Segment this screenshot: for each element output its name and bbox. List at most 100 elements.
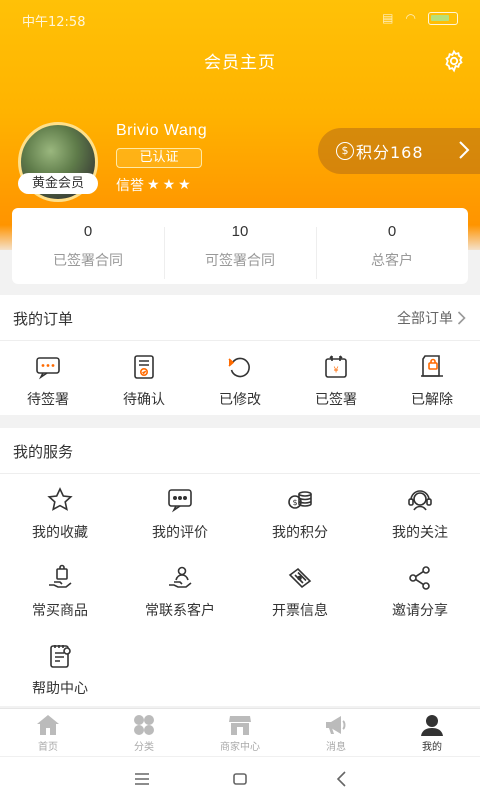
tab-label: 消息 bbox=[326, 742, 346, 753]
status-icons: ▤ ◠ bbox=[382, 11, 458, 25]
orders-title: 我的订单 bbox=[13, 310, 74, 328]
service-frequent-contacts[interactable]: 常联系客户 bbox=[120, 552, 240, 630]
chevron-right-icon bbox=[459, 141, 470, 159]
service-invite-share[interactable]: 邀请分享 bbox=[360, 552, 480, 630]
stat-value: 0 bbox=[83, 222, 93, 240]
verified-badge: 已认证 bbox=[116, 148, 202, 168]
points-label: 积分168 bbox=[356, 143, 424, 162]
tab-messages[interactable]: 消息 bbox=[288, 709, 384, 756]
service-invoice-info[interactable]: 开票信息 bbox=[240, 552, 360, 630]
service-label: 我的积分 bbox=[272, 525, 328, 541]
shopping-hand-icon bbox=[49, 564, 72, 588]
contact-hand-icon bbox=[169, 566, 192, 588]
order-pending-confirm[interactable]: 待确认 bbox=[96, 341, 192, 413]
stat-value: 10 bbox=[231, 222, 249, 240]
chat-dots-icon bbox=[36, 357, 60, 380]
stat-label: 已签署合同 bbox=[53, 252, 123, 269]
home-icon bbox=[37, 715, 59, 735]
svg-text:¥: ¥ bbox=[333, 366, 338, 375]
order-label: 待签署 bbox=[27, 392, 69, 408]
chevron-right-icon bbox=[457, 311, 466, 325]
tab-label: 我的 bbox=[422, 742, 442, 753]
credit-rating: 信誉 ★ ★ ★ bbox=[116, 175, 191, 195]
service-points[interactable]: $ 我的积分 bbox=[240, 474, 360, 552]
settings-gear-icon[interactable] bbox=[442, 49, 466, 73]
service-label: 常联系客户 bbox=[145, 603, 215, 619]
stat-label: 总客户 bbox=[371, 252, 413, 269]
system-navigation-bar bbox=[0, 756, 480, 800]
service-label: 常买商品 bbox=[32, 603, 88, 619]
megaphone-icon bbox=[326, 716, 346, 734]
signal-icon: ▤ bbox=[382, 11, 394, 25]
points-button[interactable]: $ 积分168 bbox=[318, 128, 480, 174]
order-pending-sign[interactable]: 待签署 bbox=[0, 341, 96, 413]
order-label: 待确认 bbox=[123, 392, 165, 408]
order-label: 已签署 bbox=[315, 392, 357, 408]
menu-icon[interactable] bbox=[132, 769, 152, 789]
services-header: 我的服务 bbox=[0, 428, 480, 474]
comment-icon bbox=[168, 489, 192, 513]
undo-icon bbox=[228, 357, 250, 378]
all-orders-label: 全部订单 bbox=[397, 311, 453, 327]
help-doc-icon bbox=[50, 645, 71, 668]
stat-total-customers[interactable]: 0 总客户 bbox=[316, 222, 468, 279]
coins-icon: $ bbox=[288, 491, 312, 509]
signed-doc-icon: ¥ bbox=[325, 355, 347, 378]
headset-icon bbox=[408, 490, 432, 511]
tab-category[interactable]: 分类 bbox=[96, 709, 192, 756]
service-follows[interactable]: 我的关注 bbox=[360, 474, 480, 552]
svg-text:$: $ bbox=[292, 498, 297, 507]
order-terminated[interactable]: 已解除 bbox=[384, 341, 480, 413]
share-icon bbox=[409, 566, 430, 590]
tab-merchant-center[interactable]: 商家中心 bbox=[192, 709, 288, 756]
confirm-doc-icon bbox=[134, 355, 154, 379]
tab-label: 分类 bbox=[134, 742, 154, 753]
order-signed[interactable]: ¥ 已签署 bbox=[288, 341, 384, 413]
service-help-center[interactable]: 帮助中心 bbox=[0, 630, 120, 708]
service-label: 帮助中心 bbox=[32, 681, 88, 697]
back-icon[interactable] bbox=[332, 769, 352, 789]
star-icon: ★ bbox=[147, 177, 160, 193]
battery-icon bbox=[428, 11, 458, 25]
invoice-icon bbox=[288, 567, 312, 589]
star-icon: ★ bbox=[162, 177, 176, 193]
stat-signed-contracts[interactable]: 0 已签署合同 bbox=[12, 223, 164, 270]
my-orders-section: 我的订单 全部订单 待签署 待确认 已修改 ¥ 已签署 已解除 bbox=[0, 295, 480, 415]
tab-label: 商家中心 bbox=[220, 742, 260, 753]
my-services-section: 我的服务 我的收藏 我的评价 $ 我的积分 我的关注 常买商品 常联系客户 开票… bbox=[0, 428, 480, 706]
store-icon bbox=[229, 716, 251, 735]
category-icon bbox=[134, 715, 154, 735]
orders-header: 我的订单 全部订单 bbox=[0, 295, 480, 341]
star-icon: ★ bbox=[178, 177, 191, 193]
user-name: Brivio Wang bbox=[116, 122, 208, 139]
page-title: 会员主页 bbox=[204, 53, 276, 73]
services-title: 我的服务 bbox=[13, 443, 74, 461]
order-modified[interactable]: 已修改 bbox=[192, 341, 288, 413]
stat-value: 0 bbox=[387, 222, 397, 240]
stat-signable-contracts[interactable]: 10 可签署合同 bbox=[164, 222, 316, 279]
tab-mine[interactable]: 我的 bbox=[384, 709, 480, 756]
service-frequent-products[interactable]: 常买商品 bbox=[0, 552, 120, 630]
status-bar: 中午12:58 ▤ ◠ bbox=[0, 0, 480, 38]
status-time: 中午12:58 bbox=[22, 15, 86, 30]
user-icon bbox=[421, 715, 443, 736]
order-label: 已解除 bbox=[411, 392, 453, 408]
home-button-icon[interactable] bbox=[230, 769, 250, 789]
service-label: 我的评价 bbox=[152, 525, 208, 541]
services-grid: 我的收藏 我的评价 $ 我的积分 我的关注 常买商品 常联系客户 开票信息 邀请 bbox=[0, 474, 480, 708]
contract-stats-card: 0 已签署合同 10 可签署合同 0 总客户 bbox=[12, 208, 468, 284]
wifi-icon: ◠ bbox=[405, 11, 416, 25]
coin-icon: $ bbox=[336, 142, 354, 160]
all-orders-link[interactable]: 全部订单 bbox=[397, 308, 466, 328]
service-label: 开票信息 bbox=[272, 603, 328, 619]
tab-home[interactable]: 首页 bbox=[0, 709, 96, 756]
service-favorites[interactable]: 我的收藏 bbox=[0, 474, 120, 552]
stat-label: 可签署合同 bbox=[205, 252, 275, 269]
service-reviews[interactable]: 我的评价 bbox=[120, 474, 240, 552]
terminated-doc-icon bbox=[421, 355, 443, 377]
service-label: 我的关注 bbox=[392, 525, 448, 541]
order-label: 已修改 bbox=[219, 392, 261, 408]
orders-row: 待签署 待确认 已修改 ¥ 已签署 已解除 bbox=[0, 341, 480, 413]
service-label: 邀请分享 bbox=[392, 603, 448, 619]
service-label: 我的收藏 bbox=[32, 525, 88, 541]
